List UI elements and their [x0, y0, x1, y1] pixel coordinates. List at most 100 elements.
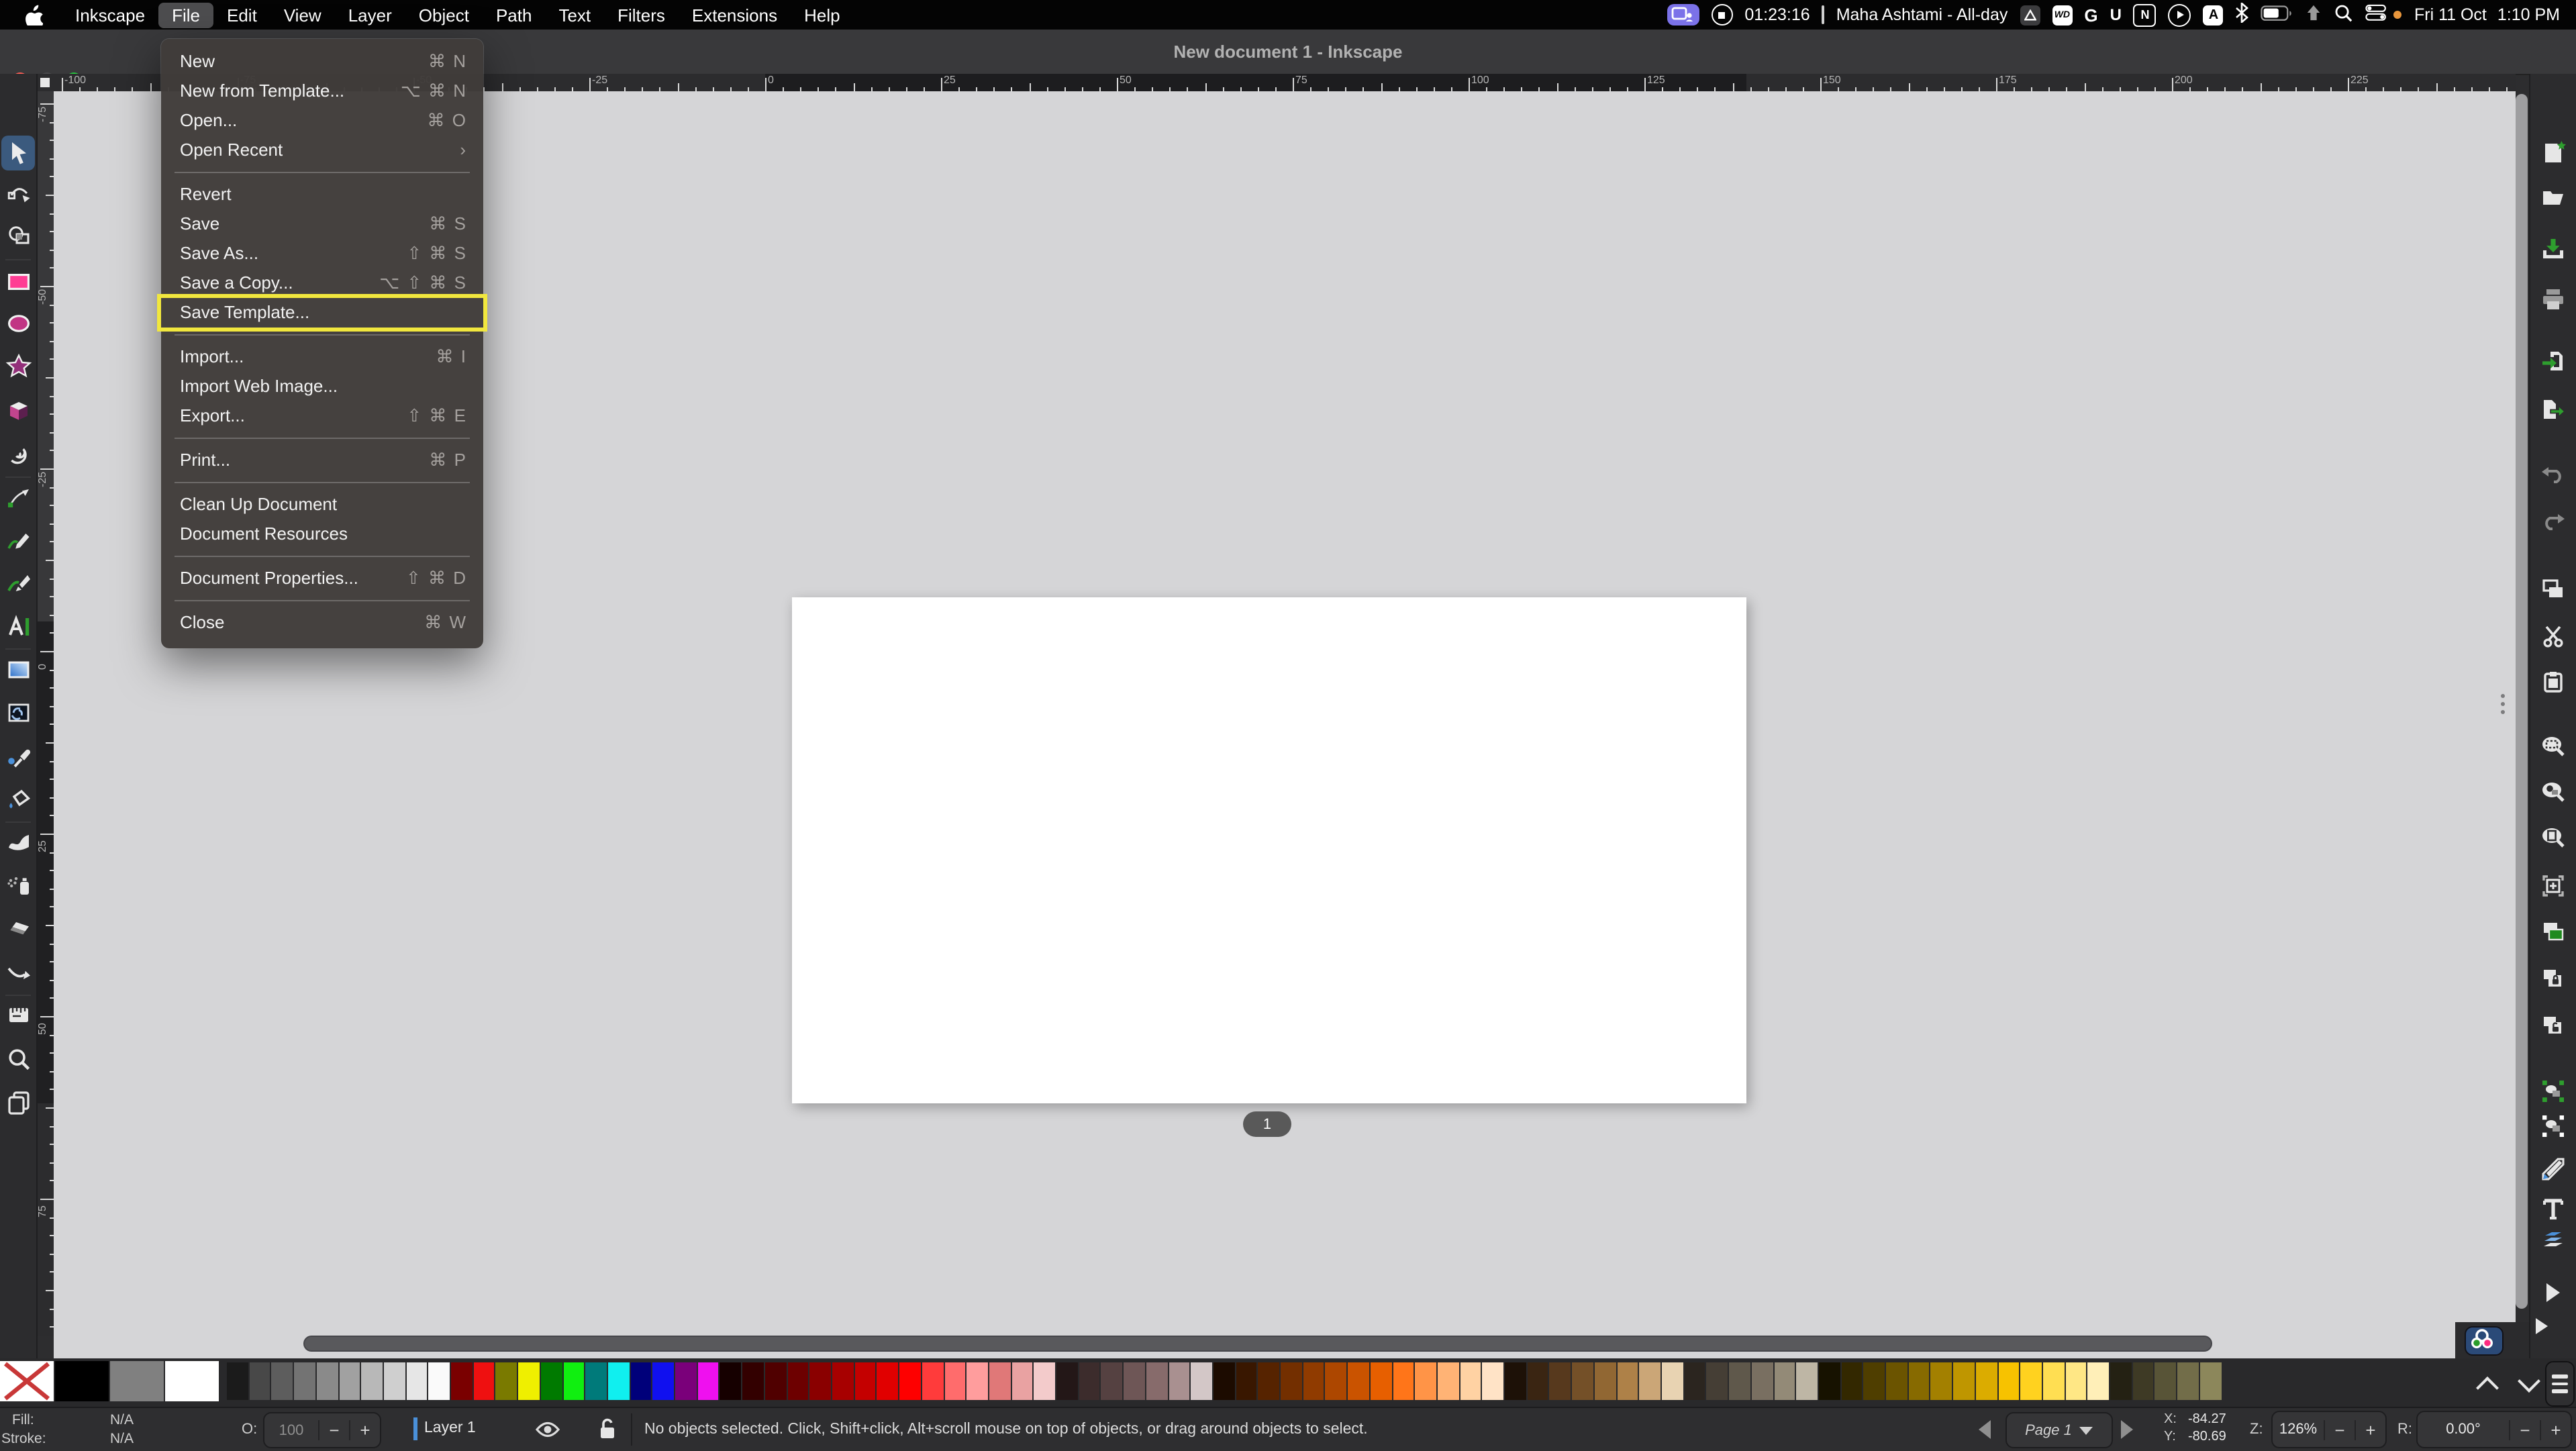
tool-pencil[interactable] — [0, 523, 36, 558]
palette-swatch[interactable] — [429, 1362, 450, 1400]
import-button[interactable] — [2530, 344, 2576, 379]
menu-item[interactable] — [161, 593, 483, 608]
tool-tweak[interactable] — [0, 825, 36, 860]
tool-node-editor[interactable] — [0, 174, 36, 209]
palette-swatch[interactable] — [765, 1362, 786, 1400]
menu-item[interactable]: Document Properties... ⇧ ⌘ D — [161, 564, 483, 593]
palette-swatch[interactable] — [2110, 1362, 2131, 1400]
menu-item[interactable]: New from Template... ⌥ ⌘ N — [161, 77, 483, 106]
menu-item[interactable]: New ⌘ N — [161, 47, 483, 77]
new-document-button[interactable] — [2530, 136, 2576, 170]
menu-item[interactable]: Save a Copy... ⌥ ⇧ ⌘ S — [161, 268, 483, 298]
ungroup-button[interactable] — [2530, 1109, 2576, 1144]
palette-swatch[interactable] — [272, 1362, 293, 1400]
tool-rectangle[interactable] — [0, 264, 36, 299]
palette-swatch[interactable] — [1438, 1362, 1458, 1400]
save-document-button[interactable] — [2530, 232, 2576, 267]
menu-item[interactable]: Save ⌘ S — [161, 209, 483, 239]
rotation-spinbox[interactable]: 0.00° − + — [2416, 1411, 2572, 1448]
menubar-item[interactable]: View — [270, 2, 335, 28]
palette-swatch[interactable] — [1483, 1362, 1503, 1400]
menubar-item[interactable]: Extensions — [679, 2, 791, 28]
swatch-white[interactable] — [165, 1361, 219, 1401]
tool-spray[interactable] — [0, 868, 36, 903]
palette-swatch[interactable] — [518, 1362, 539, 1400]
palette-swatch[interactable] — [944, 1362, 965, 1400]
swatch-gray[interactable] — [110, 1361, 164, 1401]
palette-swatch[interactable] — [1729, 1362, 1750, 1400]
palette-swatch[interactable] — [406, 1362, 427, 1400]
zoom-page-button[interactable] — [2530, 820, 2576, 855]
palette-swatch[interactable] — [1886, 1362, 1907, 1400]
duplicate-button[interactable] — [2530, 914, 2576, 949]
tool-calligraphy[interactable] — [0, 565, 36, 600]
swatch-black[interactable] — [55, 1361, 109, 1401]
vertical-ruler[interactable]: -75-50-250255075100 — [36, 91, 54, 1336]
palette-swatch[interactable] — [1595, 1362, 1616, 1400]
palette-swatch[interactable] — [451, 1362, 472, 1400]
tool-eraser[interactable] — [0, 910, 36, 945]
palette-swatch[interactable] — [2200, 1362, 2221, 1400]
menubar-item[interactable]: File — [158, 2, 213, 28]
palette-swatch[interactable] — [1953, 1362, 1974, 1400]
palette-swatch[interactable] — [2177, 1362, 2198, 1400]
open-document-button[interactable] — [2530, 180, 2576, 215]
palette-swatch[interactable] — [2133, 1362, 2154, 1400]
palette-swatch[interactable] — [563, 1362, 584, 1400]
menubar-item[interactable]: Filters — [604, 2, 679, 28]
palette-swatch[interactable] — [1034, 1362, 1055, 1400]
ruler-corner[interactable] — [36, 74, 54, 91]
export-button[interactable] — [2530, 392, 2576, 427]
opacity-minus-button[interactable]: − — [318, 1420, 349, 1440]
n-app-icon[interactable]: N — [2134, 3, 2157, 26]
menu-item[interactable]: Close ⌘ W — [161, 608, 483, 638]
palette-swatch[interactable] — [1101, 1362, 1122, 1400]
menu-item[interactable]: Export... ⇧ ⌘ E — [161, 401, 483, 431]
tool-pen[interactable] — [0, 481, 36, 515]
palette-swatch[interactable] — [2065, 1362, 2086, 1400]
unlink-clone-button[interactable] — [2530, 1008, 2576, 1043]
zoom-spinbox[interactable]: 126% − + — [2271, 1411, 2387, 1448]
menu-item[interactable]: Import... ⌘ I — [161, 342, 483, 372]
g-app-icon[interactable]: G — [2084, 5, 2097, 25]
palette-swatch[interactable] — [227, 1362, 248, 1400]
screen-recording-icon[interactable] — [1667, 4, 1699, 26]
menubar-item[interactable]: Object — [405, 2, 483, 28]
tool-zoom[interactable] — [0, 1042, 36, 1077]
menu-item[interactable] — [161, 431, 483, 446]
palette-swatch[interactable] — [787, 1362, 808, 1400]
page-selector[interactable]: Page 1 — [2005, 1412, 2113, 1448]
tool-star[interactable] — [0, 349, 36, 384]
palette-swatch[interactable] — [1976, 1362, 1997, 1400]
record-stop-icon[interactable] — [1711, 4, 1732, 26]
palette-swatch[interactable] — [1505, 1362, 1526, 1400]
palette-swatch[interactable] — [1550, 1362, 1571, 1400]
layer-name[interactable]: Layer 1 — [424, 1420, 476, 1436]
palette-swatch[interactable] — [630, 1362, 651, 1400]
play-circle-icon[interactable] — [2169, 3, 2191, 26]
palette-swatch[interactable] — [1572, 1362, 1593, 1400]
palette-swatch[interactable] — [810, 1362, 831, 1400]
palette-scroll-down-icon[interactable] — [2518, 1370, 2540, 1393]
layer-visibility-icon[interactable] — [534, 1419, 561, 1444]
panel-resize-grip[interactable] — [2498, 687, 2508, 719]
expand-panel-arrow[interactable] — [2536, 1318, 2548, 1334]
palette-swatch[interactable] — [1213, 1362, 1234, 1400]
palette-swatch[interactable] — [473, 1362, 494, 1400]
spotlight-search-icon[interactable] — [2335, 3, 2354, 26]
cut-button[interactable] — [2530, 619, 2576, 654]
menubar-item[interactable]: Help — [791, 2, 854, 28]
palette-swatch[interactable] — [720, 1362, 741, 1400]
palette-swatch[interactable] — [1079, 1362, 1099, 1400]
menu-item[interactable]: Clean Up Document — [161, 490, 483, 519]
previous-page-button[interactable] — [1979, 1420, 1991, 1439]
zoom-drawing-button[interactable] — [2530, 774, 2576, 809]
palette-swatch[interactable] — [249, 1362, 270, 1400]
zoom-center-page-button[interactable] — [2530, 868, 2576, 903]
menu-item[interactable]: Revert — [161, 180, 483, 209]
palette-swatch[interactable] — [1617, 1362, 1638, 1400]
dropover-icon[interactable] — [2306, 4, 2323, 26]
tool-connector[interactable] — [0, 954, 36, 989]
fill-value[interactable]: N/A — [110, 1412, 134, 1428]
menubar-date[interactable]: Fri 11 Oct — [2414, 5, 2487, 24]
